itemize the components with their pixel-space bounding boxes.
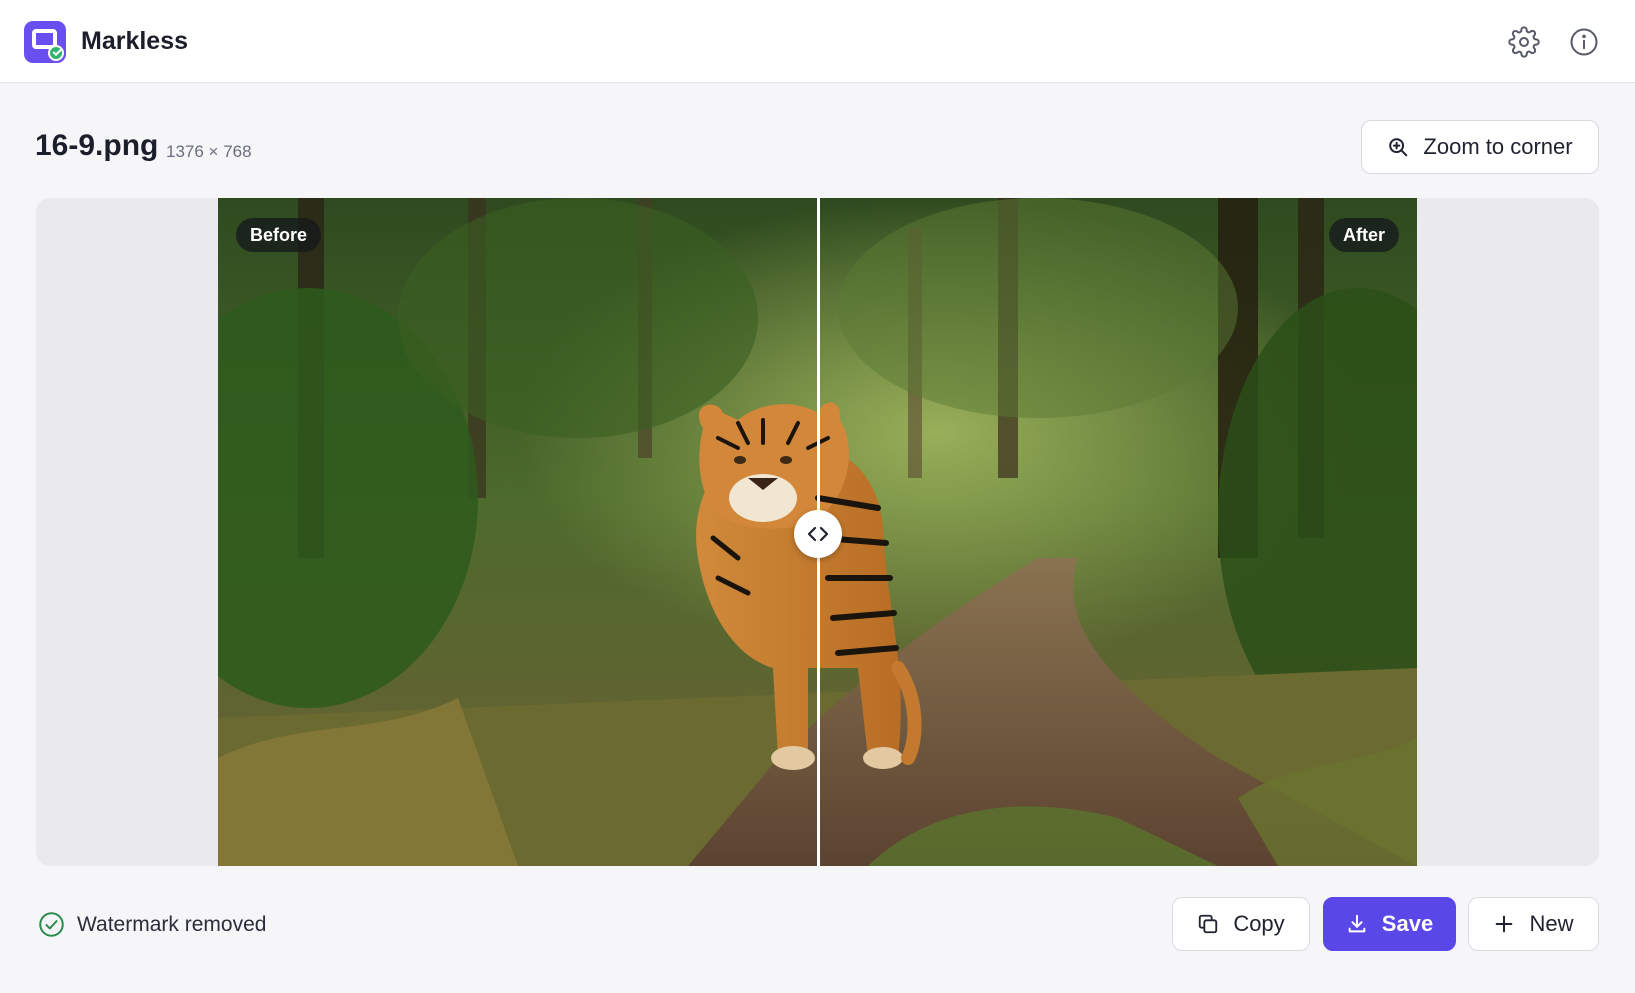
file-name: 16-9.png <box>35 129 159 162</box>
new-button-label: New <box>1529 911 1574 936</box>
copy-button[interactable]: Copy <box>1172 897 1310 951</box>
new-button[interactable]: New <box>1468 897 1599 951</box>
before-label: Before <box>236 218 322 252</box>
zoom-in-icon <box>1389 138 1408 157</box>
save-button[interactable]: Save <box>1323 897 1456 951</box>
copy-button-label: Copy <box>1233 911 1285 936</box>
zoom-button-label: Zoom to corner <box>1423 134 1573 159</box>
check-circle-icon <box>39 912 64 937</box>
app-title: Markless <box>81 27 189 55</box>
code-arrows-icon <box>807 526 829 542</box>
status-text: Watermark removed <box>77 912 267 936</box>
gear-icon[interactable] <box>1506 24 1542 60</box>
file-dimensions: 1376 × 768 <box>166 142 252 161</box>
copy-icon <box>1199 914 1218 934</box>
comparison-handle[interactable] <box>794 510 842 558</box>
zoom-to-corner-button[interactable]: Zoom to corner <box>1361 120 1599 174</box>
comparison-image[interactable]: Before After <box>218 198 1417 866</box>
save-button-label: Save <box>1381 911 1434 936</box>
download-icon <box>1348 914 1366 933</box>
status-message: Watermark removed <box>38 911 266 938</box>
app-logo <box>24 21 66 63</box>
after-label: After <box>1328 218 1399 252</box>
plus-icon <box>1496 915 1513 933</box>
comparison-stage: Before After <box>36 198 1599 866</box>
info-icon[interactable] <box>1566 24 1602 60</box>
app-header: Markless <box>0 0 1635 83</box>
